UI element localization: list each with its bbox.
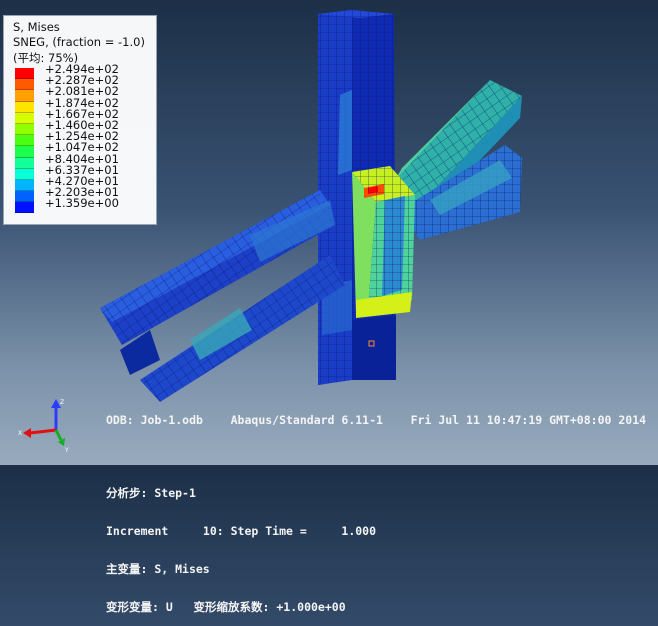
- legend-swatch: [15, 123, 34, 136]
- legend-colorbar: [15, 68, 34, 214]
- legend-swatch: [15, 202, 34, 214]
- legend-swatch: [15, 90, 34, 102]
- info-block: ODB: Job-1.odb Abaqus/Standard 6.11-1 Fr…: [106, 389, 646, 626]
- legend-swatch: [15, 79, 34, 91]
- legend-swatch: [15, 112, 34, 124]
- legend-swatch: [15, 146, 34, 158]
- legend-value: +1.359e+00: [45, 196, 119, 211]
- legend-title: S, Mises: [13, 20, 60, 34]
- info-step: 分析步: Step-1: [106, 486, 196, 501]
- info-deformed-variable: 变形变量: U 变形缩放系数: +1.000e+00: [106, 599, 346, 614]
- triad-x-label: X: [18, 430, 22, 437]
- joint-box: [352, 166, 415, 318]
- legend-swatch: [15, 191, 34, 203]
- legend-swatch: [15, 135, 34, 147]
- legend-swatch: [15, 68, 34, 80]
- triad-z-label: Z: [60, 399, 64, 406]
- info-primary-variable: 主变量: S, Mises: [106, 561, 210, 576]
- triad-y-label: Y: [64, 447, 69, 454]
- legend-swatch: [15, 157, 34, 169]
- info-odb: ODB: Job-1.odb Abaqus/Standard 6.11-1 Fr…: [106, 413, 647, 428]
- axis-triad: Z X Y: [18, 399, 69, 454]
- info-increment: Increment 10: Step Time = 1.000: [106, 523, 377, 538]
- legend-swatch: [15, 168, 34, 180]
- legend-values: +2.494e+02 +2.287e+02 +2.081e+02 +1.874e+02…: [45, 63, 119, 211]
- legend-swatch: [15, 179, 34, 192]
- legend-panel: S, Mises SNEG, (fraction = -1.0) (平均: 75…: [3, 15, 157, 225]
- legend-subtitle: SNEG, (fraction = -1.0): [13, 35, 145, 49]
- legend-swatch: [15, 101, 34, 113]
